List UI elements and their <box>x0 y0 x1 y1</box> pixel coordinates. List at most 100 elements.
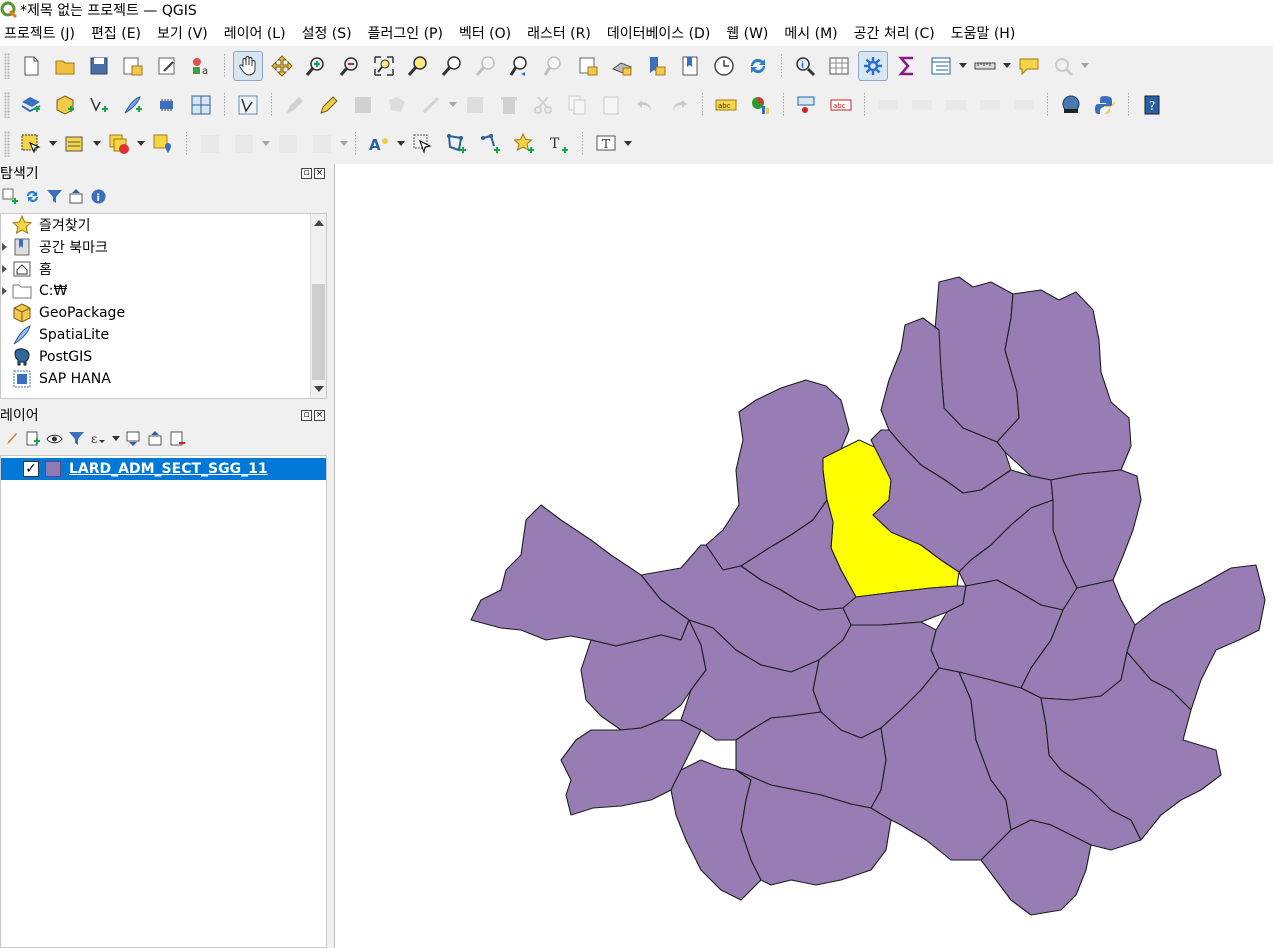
filter-expression-icon[interactable]: ε <box>90 430 107 447</box>
tree-item-spatial-bookmarks[interactable]: 공간 북마크 <box>1 236 326 258</box>
filter-icon[interactable] <box>46 188 63 205</box>
deselect-dropdown[interactable] <box>136 129 146 159</box>
print-layout-button[interactable] <box>152 51 182 81</box>
open-field-calculator-button[interactable] <box>926 51 956 81</box>
map-tips-button[interactable] <box>1014 51 1044 81</box>
help-contents-button[interactable]: ? <box>1137 90 1167 120</box>
undo-button[interactable] <box>630 90 660 120</box>
collapse-all-icon[interactable] <box>68 188 85 205</box>
current-edits-button[interactable] <box>280 90 310 120</box>
tree-item-c-drive[interactable]: C:₩ <box>1 280 326 302</box>
save-project-button[interactable] <box>84 51 114 81</box>
measure-dropdown[interactable] <box>1002 51 1012 81</box>
expand-all-icon[interactable] <box>125 430 142 447</box>
text-annotation-dropdown[interactable] <box>623 129 633 159</box>
select-features-button[interactable] <box>16 129 46 159</box>
menu-layer[interactable]: 레이어 (L) <box>224 23 294 43</box>
paste-features-button[interactable] <box>596 90 626 120</box>
close-panel-button[interactable]: × <box>314 409 325 421</box>
pan-map-button[interactable] <box>233 50 263 81</box>
tree-expander[interactable] <box>1 258 11 280</box>
new-temporary-layer-button[interactable] <box>152 90 182 120</box>
tree-expander[interactable] <box>1 280 11 302</box>
layer-styling-brush-icon[interactable] <box>2 430 19 447</box>
add-selected-layers-icon[interactable] <box>2 188 19 205</box>
toggle-edit-pencil-button[interactable] <box>314 90 344 120</box>
highlight-pinned-labels-button[interactable] <box>792 90 822 120</box>
snapping-button[interactable] <box>273 129 303 159</box>
identify-features-button[interactable]: i <box>790 51 820 81</box>
save-as-button[interactable] <box>118 51 148 81</box>
remove-layer-icon[interactable] <box>169 430 186 447</box>
new-bookmark-button[interactable] <box>641 51 671 81</box>
browser-scrollbar[interactable] <box>310 214 326 398</box>
map-canvas[interactable] <box>334 164 1273 948</box>
toolbar-grip[interactable] <box>4 130 10 157</box>
tree-item-geopackage[interactable]: GeoPackage <box>1 302 326 324</box>
toolbar-grip[interactable] <box>4 52 10 79</box>
filter-legend-icon[interactable] <box>68 430 85 447</box>
delete-selected-button[interactable] <box>494 90 524 120</box>
zoom-next-button[interactable] <box>539 51 569 81</box>
vertex-tool-button[interactable] <box>195 129 225 159</box>
locator-dropdown[interactable] <box>1080 51 1090 81</box>
layer-row-lard-adm-sect-sgg-11[interactable]: ✓ LARD_ADM_SECT_SGG_11 <box>1 458 326 480</box>
toggle-editing-button[interactable] <box>233 90 263 120</box>
create-line-annotation-button[interactable] <box>476 129 506 159</box>
modify-attributes-button[interactable] <box>460 90 490 120</box>
create-marker-annotation-button[interactable] <box>510 129 540 159</box>
field-calculator-dropdown[interactable] <box>958 51 968 81</box>
panel-splitter[interactable] <box>327 164 334 948</box>
advanced-digitize-dropdown[interactable] <box>261 129 271 159</box>
info-icon[interactable]: i <box>90 188 107 205</box>
select-features-dropdown[interactable] <box>48 129 58 159</box>
create-polygon-annotation-button[interactable] <box>442 129 472 159</box>
tree-item-spatialite[interactable]: SpatiaLite <box>1 324 326 346</box>
new-geopackage-layer-button[interactable] <box>50 90 80 120</box>
new-3d-view-button[interactable] <box>607 51 637 81</box>
save-layer-edits-button[interactable] <box>348 90 378 120</box>
digitize-dropdown[interactable] <box>448 90 458 120</box>
refresh-icon[interactable] <box>24 188 41 205</box>
menu-settings[interactable]: 설정 (S) <box>302 23 360 43</box>
style-manager-button[interactable]: a <box>186 51 216 81</box>
rotate-label-button[interactable] <box>941 90 971 120</box>
text-annotation-button[interactable]: T <box>591 129 621 159</box>
zoom-last-button[interactable] <box>505 51 535 81</box>
annotation-dropdown[interactable] <box>396 129 406 159</box>
menu-plugins[interactable]: 플러그인 (P) <box>368 23 451 43</box>
tree-item-home[interactable]: 홈 <box>1 258 326 280</box>
label-properties-button[interactable] <box>1009 90 1039 120</box>
menu-raster[interactable]: 래스터 (R) <box>527 23 599 43</box>
zoom-in-button[interactable] <box>301 51 331 81</box>
scroll-down-arrow-icon[interactable] <box>314 386 324 392</box>
data-source-manager-button[interactable] <box>16 90 46 120</box>
toolbar-grip[interactable] <box>4 91 10 118</box>
copy-features-button[interactable] <box>562 90 592 120</box>
tree-item-postgis[interactable]: PostGIS <box>1 346 326 368</box>
add-feature-button[interactable] <box>382 90 412 120</box>
advanced-digitize-button[interactable] <box>229 129 259 159</box>
zoom-native-button[interactable] <box>471 51 501 81</box>
open-project-button[interactable] <box>50 51 80 81</box>
statistics-button[interactable] <box>892 51 922 81</box>
collapse-all-icon[interactable] <box>147 430 164 447</box>
layer-visibility-checkbox[interactable]: ✓ <box>23 461 39 477</box>
digitize-shape-button[interactable] <box>416 90 446 120</box>
filter-expression-dropdown[interactable] <box>112 430 120 447</box>
annotation-text-button[interactable]: A <box>364 129 394 159</box>
tree-expander[interactable] <box>1 236 11 258</box>
zoom-out-button[interactable] <box>335 51 365 81</box>
zoom-to-layer-button[interactable] <box>437 51 467 81</box>
redo-button[interactable] <box>664 90 694 120</box>
menu-vector[interactable]: 벡터 (O) <box>459 23 519 43</box>
deselect-features-button[interactable] <box>104 129 134 159</box>
new-map-view-button[interactable] <box>573 51 603 81</box>
scroll-up-arrow-icon[interactable] <box>314 220 324 226</box>
plugin-globe-button[interactable] <box>1056 90 1086 120</box>
tree-item-sap-hana[interactable]: SAP HANA <box>1 368 326 390</box>
zoom-full-button[interactable] <box>369 51 399 81</box>
modify-annotations-button[interactable] <box>408 129 438 159</box>
refresh-button[interactable] <box>743 51 773 81</box>
menu-processing[interactable]: 공간 처리 (C) <box>854 23 943 43</box>
